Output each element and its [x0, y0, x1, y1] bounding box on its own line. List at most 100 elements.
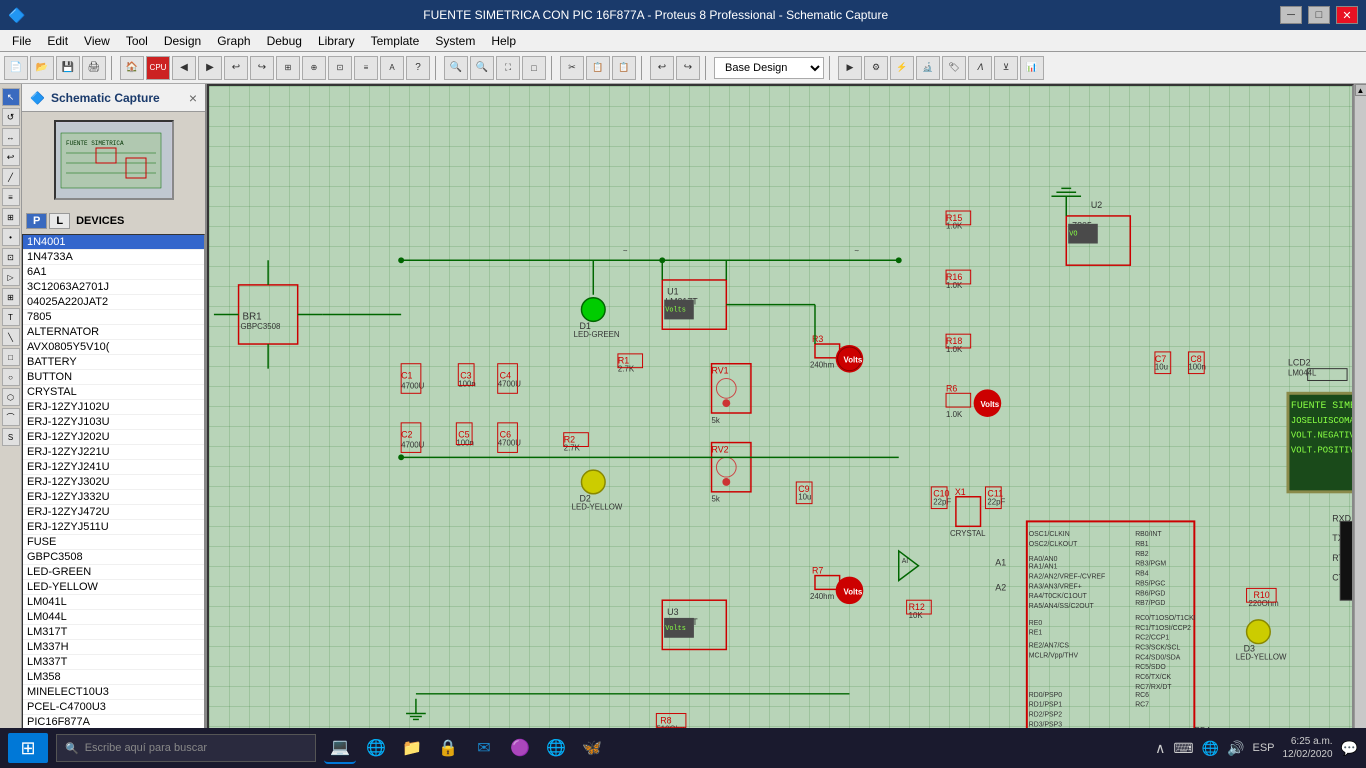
- comp-item-ERJ511[interactable]: ERJ-12ZYJ511U: [23, 520, 204, 535]
- box-tool[interactable]: □: [2, 348, 20, 366]
- taskbar-search[interactable]: 🔍 Escribe aquí para buscar: [56, 734, 316, 762]
- comp-item-ERJ102[interactable]: ERJ-12ZYJ102U: [23, 400, 204, 415]
- junction-tool[interactable]: •: [2, 228, 20, 246]
- comp-item-6A1[interactable]: 6A1: [23, 265, 204, 280]
- print-button[interactable]: 🖨: [82, 56, 106, 80]
- new-button[interactable]: 📄: [4, 56, 28, 80]
- comp-item-1N4733A[interactable]: 1N4733A: [23, 250, 204, 265]
- wire-button[interactable]: ⚡: [890, 56, 914, 80]
- comp-item-3C12063A2701J[interactable]: 3C12063A2701J: [23, 280, 204, 295]
- arc-tool[interactable]: ⌒: [2, 408, 20, 426]
- scroll-up-button[interactable]: ▲: [1355, 84, 1366, 96]
- line-tool[interactable]: ╲: [2, 328, 20, 346]
- symbol-tool[interactable]: S: [2, 428, 20, 446]
- comp-item-7805[interactable]: 7805: [23, 310, 204, 325]
- flip-tool[interactable]: ↔: [2, 128, 20, 146]
- preview-box[interactable]: FUENTE SIMETRICA: [54, 120, 174, 200]
- redo-button[interactable]: ↪: [250, 56, 274, 80]
- probe-button[interactable]: 🔬: [916, 56, 940, 80]
- taskbar-app-5[interactable]: 🟣: [504, 732, 536, 764]
- undo-tool[interactable]: ↩: [2, 148, 20, 166]
- comp-item-ERJ241[interactable]: ERJ-12ZYJ241U: [23, 460, 204, 475]
- minimize-button[interactable]: ─: [1280, 6, 1302, 24]
- tray-volume[interactable]: 🔊: [1227, 740, 1244, 757]
- select-tool[interactable]: ↖: [2, 88, 20, 106]
- comp-item-ERJ103[interactable]: ERJ-12ZYJ103U: [23, 415, 204, 430]
- comp-item-1N4001[interactable]: 1N4001: [23, 235, 204, 250]
- comp-item-LM041L[interactable]: LM041L: [23, 595, 204, 610]
- notification-icon[interactable]: 💬: [1341, 740, 1358, 757]
- menu-edit[interactable]: Edit: [39, 32, 76, 50]
- comp-item-LED-YELLOW[interactable]: LED-YELLOW: [23, 580, 204, 595]
- port-tool[interactable]: ▷: [2, 268, 20, 286]
- label-tool[interactable]: ≡: [2, 188, 20, 206]
- poly-tool[interactable]: ⬡: [2, 388, 20, 406]
- maximize-button[interactable]: □: [1308, 6, 1330, 24]
- comp-item-BATTERY[interactable]: BATTERY: [23, 355, 204, 370]
- comp-item-LM358[interactable]: LM358: [23, 670, 204, 685]
- comp-item-FUSE[interactable]: FUSE: [23, 535, 204, 550]
- paste-button[interactable]: 📋: [612, 56, 636, 80]
- zoom-box-button[interactable]: □: [522, 56, 546, 80]
- tab-close-button[interactable]: ×: [189, 90, 197, 106]
- comp-item-LM337H[interactable]: LM337H: [23, 640, 204, 655]
- help-button[interactable]: ?: [406, 56, 430, 80]
- taskbar-clock[interactable]: 6:25 a.m. 12/02/2020: [1283, 735, 1333, 761]
- redo2-button[interactable]: ↪: [676, 56, 700, 80]
- snap-button[interactable]: ⊡: [328, 56, 352, 80]
- menu-graph[interactable]: Graph: [209, 32, 258, 50]
- comp-item-LM317T[interactable]: LM317T: [23, 625, 204, 640]
- taskbar-app-avr[interactable]: 🦋: [576, 732, 608, 764]
- zoom-in-button[interactable]: 🔍: [444, 56, 468, 80]
- canvas-area[interactable]: BR1 GBPC3508 C1 4700U C2 4700U C3 100n C…: [207, 84, 1354, 742]
- annotate-button[interactable]: A: [380, 56, 404, 80]
- prop-button[interactable]: ⚙: [864, 56, 888, 80]
- comp-item-ERJ202[interactable]: ERJ-12ZYJ202U: [23, 430, 204, 445]
- grid-button[interactable]: ⊞: [276, 56, 300, 80]
- start-button[interactable]: ⊞: [8, 733, 48, 763]
- zoom-fit-button[interactable]: ⛶: [496, 56, 520, 80]
- menu-help[interactable]: Help: [483, 32, 524, 50]
- comp-item-BUTTON[interactable]: BUTTON: [23, 370, 204, 385]
- l-button[interactable]: L: [49, 213, 70, 229]
- undo2-button[interactable]: ↩: [650, 56, 674, 80]
- sim-button[interactable]: ▶: [838, 56, 862, 80]
- copy-button[interactable]: 📋: [586, 56, 610, 80]
- comp-item-AVX[interactable]: AVX0805Y5V10(: [23, 340, 204, 355]
- text-tool[interactable]: T: [2, 308, 20, 326]
- undo-button[interactable]: ↩: [224, 56, 248, 80]
- p-button[interactable]: P: [26, 213, 47, 229]
- back-button[interactable]: ◀: [172, 56, 196, 80]
- menu-system[interactable]: System: [427, 32, 483, 50]
- mixed-button[interactable]: ⊻: [994, 56, 1018, 80]
- menu-design[interactable]: Design: [156, 32, 209, 50]
- open-button[interactable]: 📂: [30, 56, 54, 80]
- zoom-out-button[interactable]: 🔍: [470, 56, 494, 80]
- hier-tool[interactable]: ⊞: [2, 288, 20, 306]
- comp-item-ERJ472[interactable]: ERJ-12ZYJ472U: [23, 505, 204, 520]
- menu-file[interactable]: File: [4, 32, 39, 50]
- taskbar-app-edge[interactable]: 🌐: [360, 732, 392, 764]
- cut-button[interactable]: ✂: [560, 56, 584, 80]
- menu-library[interactable]: Library: [310, 32, 363, 50]
- comp-tool[interactable]: ⊡: [2, 248, 20, 266]
- language-indicator[interactable]: ESP: [1252, 742, 1274, 754]
- output-button[interactable]: 📊: [1020, 56, 1044, 80]
- wire-tool[interactable]: ╱: [2, 168, 20, 186]
- menu-debug[interactable]: Debug: [259, 32, 310, 50]
- taskbar-app-explorer[interactable]: 📁: [396, 732, 428, 764]
- component-list[interactable]: 1N4001 1N4733A 6A1 3C12063A2701J 04025A2…: [22, 234, 205, 742]
- menu-tool[interactable]: Tool: [118, 32, 156, 50]
- design-dropdown[interactable]: Base Design: [714, 57, 824, 79]
- comp-item-04025A220JAT2[interactable]: 04025A220JAT2: [23, 295, 204, 310]
- comp-item-LM044L[interactable]: LM044L: [23, 610, 204, 625]
- tag-button[interactable]: 🏷: [942, 56, 966, 80]
- cpu-button[interactable]: CPU: [146, 56, 170, 80]
- comp-item-ERJ332[interactable]: ERJ-12ZYJ332U: [23, 490, 204, 505]
- bus-tool[interactable]: ⊞: [2, 208, 20, 226]
- taskbar-app-1[interactable]: 💻: [324, 732, 356, 764]
- comp-item-GBPC3508[interactable]: GBPC3508: [23, 550, 204, 565]
- comp-item-PCEL[interactable]: PCEL-C4700U3: [23, 700, 204, 715]
- tray-arrow[interactable]: ∧: [1155, 740, 1165, 757]
- close-button[interactable]: ✕: [1336, 6, 1358, 24]
